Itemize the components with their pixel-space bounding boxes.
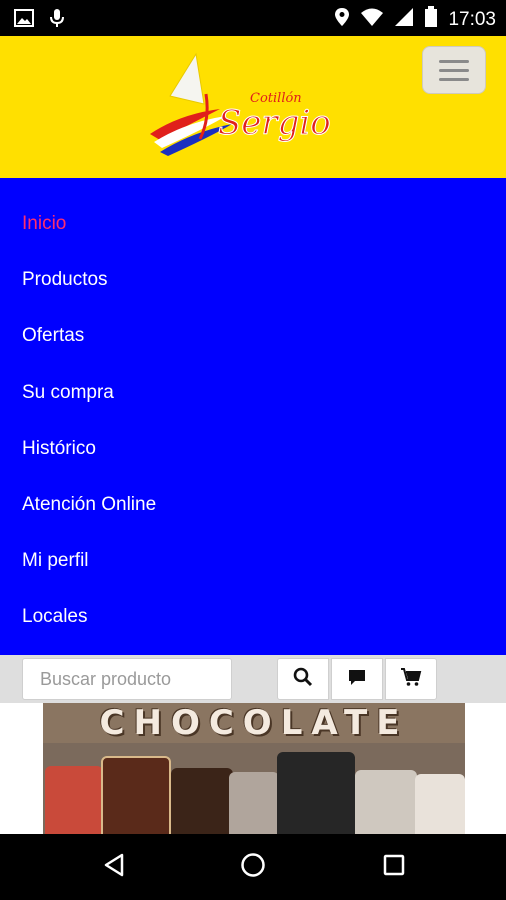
chat-button[interactable] <box>331 658 383 700</box>
home-icon <box>240 852 266 883</box>
main-menu: Inicio Productos Ofertas Su compra Histó… <box>0 178 506 655</box>
location-icon <box>334 7 350 32</box>
back-icon <box>103 853 125 882</box>
menu-item-su-compra[interactable]: Su compra <box>0 365 506 421</box>
system-navigation-bar <box>0 834 506 900</box>
recents-icon <box>383 854 405 881</box>
menu-toggle-button[interactable] <box>422 46 486 94</box>
chocolate-banner[interactable]: CHOCOLATE <box>43 703 465 834</box>
search-button[interactable] <box>277 658 329 700</box>
cart-icon <box>400 667 422 692</box>
logo[interactable]: Cotillón Sergio <box>140 44 340 174</box>
wifi-icon <box>360 7 384 32</box>
menu-item-productos[interactable]: Productos <box>0 252 506 308</box>
chat-icon <box>347 667 367 692</box>
back-button[interactable] <box>94 847 134 887</box>
menu-item-locales[interactable]: Locales <box>0 589 506 645</box>
search-icon <box>293 667 313 692</box>
menu-item-mi-perfil[interactable]: Mi perfil <box>0 533 506 589</box>
clock: 17:03 <box>448 8 496 30</box>
signal-icon <box>394 7 414 32</box>
menu-item-inicio[interactable]: Inicio <box>0 196 506 252</box>
search-bar <box>0 655 506 703</box>
status-bar: 17:03 <box>0 0 506 36</box>
image-icon <box>14 9 34 32</box>
menu-item-ofertas[interactable]: Ofertas <box>0 308 506 364</box>
hamburger-icon <box>439 59 469 63</box>
menu-item-historico[interactable]: Histórico <box>0 421 506 477</box>
mic-icon <box>50 8 64 33</box>
home-button[interactable] <box>233 847 273 887</box>
banner-title: CHOCOLATE <box>99 703 409 743</box>
recents-button[interactable] <box>374 847 414 887</box>
site-header: Cotillón Sergio <box>0 36 506 178</box>
search-input[interactable] <box>22 658 232 700</box>
content-area: CHOCOLATE <box>0 703 506 834</box>
svg-text:Sergio: Sergio <box>218 103 331 143</box>
battery-icon <box>424 6 438 33</box>
menu-item-atencion-online[interactable]: Atención Online <box>0 477 506 533</box>
cart-button[interactable] <box>385 658 437 700</box>
